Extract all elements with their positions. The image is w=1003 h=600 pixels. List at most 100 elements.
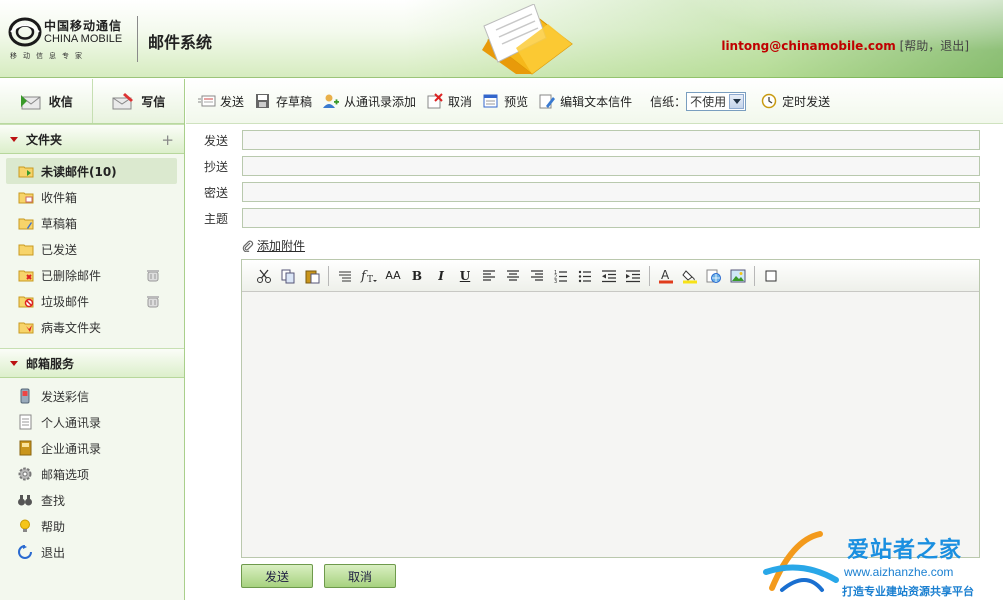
toolbar-add-contacts-label: 从通讯录添加 <box>344 94 417 109</box>
service-label: 发送彩信 <box>41 389 90 404</box>
unordered-list-button[interactable] <box>573 265 597 287</box>
cut-button[interactable] <box>252 265 276 287</box>
align-center-icon <box>507 269 519 281</box>
underline-text: U <box>459 268 471 283</box>
toolbar-cancel-label: 取消 <box>448 94 473 109</box>
folder-label: 未读邮件(10) <box>41 164 117 179</box>
stationery-select[interactable]: 不使用 <box>686 91 747 111</box>
chevron-down-icon <box>729 93 745 109</box>
toolbar-scheduled-send-label: 定时发送 <box>782 94 831 109</box>
underline-button[interactable]: U <box>453 265 477 287</box>
empty-trash-icon[interactable] <box>146 268 160 282</box>
add-folder-icon[interactable]: + <box>161 131 174 149</box>
compose-mail-button[interactable]: 写信 <box>91 79 185 123</box>
folders-title: 文件夹 <box>26 132 63 147</box>
indent-button[interactable] <box>621 265 645 287</box>
insert-link-button[interactable] <box>702 265 726 287</box>
service-item-mms[interactable]: 发送彩信 <box>0 383 184 409</box>
folder-item-drafts[interactable]: 草稿箱 <box>0 210 184 236</box>
paste-icon <box>305 270 320 283</box>
receive-mail-label: 收信 <box>48 94 73 109</box>
edit-text-icon <box>539 94 556 109</box>
send-button[interactable]: 发送 <box>241 564 313 588</box>
toolbar-save-draft-button[interactable]: 存草稿 <box>254 93 312 110</box>
subject-row: 主题 <box>204 207 980 229</box>
subject-input[interactable] <box>242 208 980 228</box>
editor-body[interactable] <box>242 292 979 557</box>
service-item-logout[interactable]: 退出 <box>0 539 184 565</box>
link-globe-icon <box>706 269 721 283</box>
add-attachment-label: 添加附件 <box>257 239 306 253</box>
copy-button[interactable] <box>276 265 300 287</box>
outdent-icon <box>602 269 616 282</box>
toolbar-edit-text-button[interactable]: 编辑文本信件 <box>538 93 632 110</box>
folder-label: 病毒文件夹 <box>41 320 102 335</box>
italic-button[interactable]: I <box>429 265 453 287</box>
align-right-button[interactable] <box>525 265 549 287</box>
folder-item-sent[interactable]: 已发送 <box>0 236 184 262</box>
compose-mail-label: 写信 <box>141 94 166 109</box>
service-item-mailbox-options[interactable]: 邮箱选项 <box>0 461 184 487</box>
china-mobile-mark-icon <box>8 17 42 47</box>
inbox-download-icon <box>20 95 41 110</box>
font-size-button[interactable]: AA <box>381 265 405 287</box>
font-family-button[interactable]: fT <box>357 265 381 287</box>
cc-row: 抄送 <box>204 155 980 177</box>
to-input[interactable] <box>242 130 980 150</box>
insert-image-button[interactable] <box>726 265 750 287</box>
toolbar-preview-button[interactable]: 预览 <box>482 93 528 110</box>
align-left-button[interactable] <box>477 265 501 287</box>
folder-item-inbox[interactable]: 收件箱 <box>0 184 184 210</box>
outdent-button[interactable] <box>597 265 621 287</box>
toolbar-scheduled-send-button[interactable]: 定时发送 <box>760 93 830 110</box>
copy-icon <box>281 269 295 283</box>
format-button[interactable] <box>333 265 357 287</box>
folder-drafts-icon <box>18 218 34 230</box>
toolbar-send-button[interactable]: 发送 <box>198 93 244 110</box>
lightbulb-icon <box>20 519 30 532</box>
empty-spam-icon[interactable] <box>146 294 160 308</box>
receive-mail-button[interactable]: 收信 <box>0 79 92 123</box>
sidebar: 收信 写信 文件夹 + 未读邮件(10) 收件箱 草稿箱 已发送 已删除邮件 垃… <box>0 79 185 600</box>
svg-text:T: T <box>367 275 373 284</box>
service-item-personal-contacts[interactable]: 个人通讯录 <box>0 409 184 435</box>
personal-contacts-icon <box>19 414 32 430</box>
cancel-button[interactable]: 取消 <box>324 564 396 588</box>
bold-button[interactable]: B <box>405 265 429 287</box>
align-left-icon <box>483 269 495 281</box>
app-header: 中国移动通信 CHINA MOBILE 移动信息专家 邮件系统 lintong@… <box>0 0 1003 78</box>
toolbar-add-contacts-button[interactable]: 从通讯录添加 <box>322 93 416 110</box>
paragraph-format-icon <box>339 271 351 281</box>
service-label: 企业通讯录 <box>41 441 102 456</box>
align-center-button[interactable] <box>501 265 525 287</box>
paste-button[interactable] <box>300 265 324 287</box>
folder-item-spam[interactable]: 垃圾邮件 <box>0 288 184 314</box>
service-item-enterprise-contacts[interactable]: 企业通讯录 <box>0 435 184 461</box>
to-label: 发送 <box>204 133 229 148</box>
folders-section-header[interactable]: 文件夹 + <box>0 124 184 154</box>
user-area: lintong@chinamobile.com [帮助，退出] <box>721 37 969 54</box>
ordered-list-button[interactable]: 123 <box>549 265 573 287</box>
china-mobile-logo[interactable]: 中国移动通信 CHINA MOBILE 移动信息专家 <box>8 14 126 62</box>
services-section-header[interactable]: 邮箱服务 <box>0 348 184 378</box>
folder-item-virus[interactable]: 病毒文件夹 <box>0 314 184 340</box>
toolbar-separator <box>649 265 650 286</box>
highlight-color-button[interactable] <box>678 265 702 287</box>
service-item-help[interactable]: 帮助 <box>0 513 184 539</box>
folder-item-unread[interactable]: 未读邮件(10) <box>6 158 177 184</box>
toolbar-cancel-button[interactable]: 取消 <box>426 93 472 110</box>
folder-inbox-icon <box>18 192 34 204</box>
bcc-input[interactable] <box>242 182 980 202</box>
logout-link[interactable]: 退出 <box>940 39 964 53</box>
cc-input[interactable] <box>242 156 980 176</box>
toolbar-edit-text-label: 编辑文本信件 <box>560 94 633 109</box>
help-link[interactable]: 帮助 <box>904 39 928 53</box>
service-item-search[interactable]: 查找 <box>0 487 184 513</box>
add-attachment-link[interactable]: 添加附件 <box>242 237 305 254</box>
service-label: 个人通讯录 <box>41 415 102 430</box>
source-mode-toggle[interactable] <box>759 265 783 287</box>
enterprise-contacts-icon <box>19 440 32 456</box>
font-color-button[interactable]: A <box>654 265 678 287</box>
editor-toolbar: fT AA B I U 123 A <box>242 260 979 292</box>
folder-item-deleted[interactable]: 已删除邮件 <box>0 262 184 288</box>
